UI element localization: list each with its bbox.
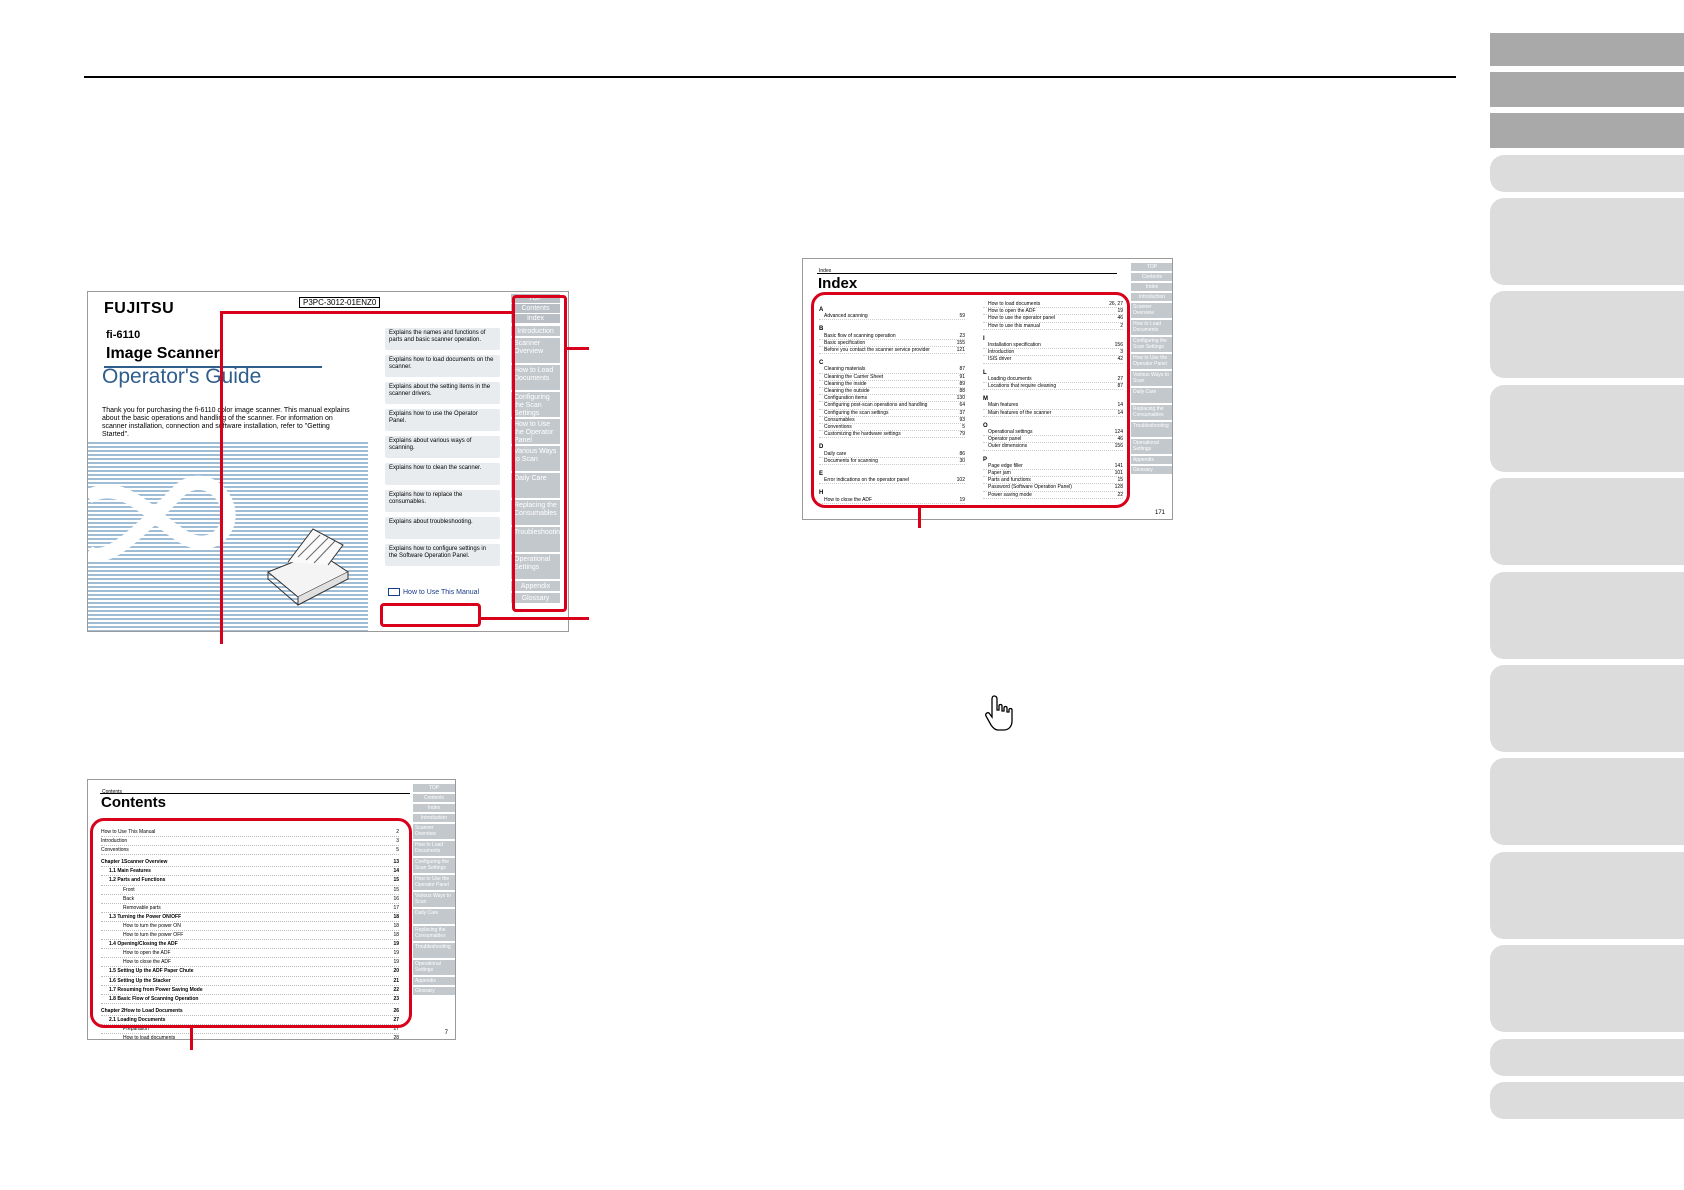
thumb-nav-item[interactable]: Configuring the Scan Settings: [413, 858, 455, 873]
thumb-nav-item[interactable]: Troubleshooting: [1131, 422, 1172, 437]
hand-cursor-icon: [985, 695, 1013, 731]
thumb-nav-item[interactable]: How to Load Documents: [1131, 320, 1172, 335]
callout-line-cover-top: [221, 311, 513, 314]
highlight-index-list: [811, 292, 1130, 508]
thumb-nav-item[interactable]: Contents: [413, 794, 455, 802]
model-name: fi-6110: [106, 329, 141, 341]
cover-logo-mark: [88, 475, 236, 562]
thumb-nav-item[interactable]: How to Load Documents: [413, 841, 455, 856]
nav-tab-chapter-7[interactable]: [1490, 758, 1684, 845]
side-navigation: [1490, 0, 1684, 1190]
nav-tab-glossary[interactable]: [1490, 1082, 1684, 1119]
highlight-howto-link: [380, 603, 481, 627]
thumb-nav-item[interactable]: Various Ways to Scan: [413, 892, 455, 907]
index-heading: Index: [818, 275, 858, 292]
cover-page-thumbnail: FUJITSU P3PC-3012-01ENZ0 fi-6110 Image S…: [87, 291, 569, 632]
thumb-nav-item[interactable]: Appendix: [413, 977, 455, 985]
cover-desc-3: Explains about the setting items in the …: [385, 382, 500, 404]
nav-tab-top[interactable]: [1490, 33, 1684, 66]
nav-tab-chapter-4[interactable]: [1490, 478, 1684, 565]
cover-desc-9: Explains how to configure settings in th…: [385, 544, 500, 566]
highlight-contents-toc: [90, 818, 412, 1028]
cover-desc-8: Explains about troubleshooting.: [385, 517, 500, 539]
cover-desc-1: Explains the names and functions of part…: [385, 328, 500, 350]
nav-tab-chapter-6[interactable]: [1490, 665, 1684, 752]
highlight-cover-menu: [512, 295, 567, 612]
nav-tab-chapter-5[interactable]: [1490, 572, 1684, 659]
cover-desc-5: Explains about various ways of scanning.: [385, 436, 500, 458]
thumb-nav-item[interactable]: Configuring the Scan Settings: [1131, 337, 1172, 352]
thumb-nav-item[interactable]: Scanner Overview: [1131, 303, 1172, 318]
thumb-nav-item[interactable]: Appendix: [1131, 456, 1172, 464]
thumb-nav-item[interactable]: TOP: [413, 784, 455, 792]
nav-tab-index[interactable]: [1490, 113, 1684, 148]
thumb-nav-item[interactable]: How to Use the Operator Panel: [1131, 354, 1172, 369]
nav-tab-chapter-1[interactable]: [1490, 198, 1684, 285]
thumb-nav-item[interactable]: Introduction: [413, 814, 455, 822]
thumb-nav-item[interactable]: Glossary: [1131, 466, 1172, 474]
index-rule: [817, 273, 1117, 274]
nav-tab-chapter-8[interactable]: [1490, 852, 1684, 939]
nav-tab-appendix[interactable]: [1490, 1039, 1684, 1076]
cover-title: Image Scanner: [106, 345, 220, 362]
toc-entry-page: 28: [393, 1035, 399, 1040]
thumb-nav-item[interactable]: Introduction: [1131, 293, 1172, 301]
thumb-nav-item[interactable]: Glossary: [413, 987, 455, 995]
thumb-nav-item[interactable]: Operational Settings: [1131, 439, 1172, 454]
nav-tab-chapter-2[interactable]: [1490, 291, 1684, 378]
callout-line-cover-menu: [567, 347, 589, 350]
contents-page-number: 7: [444, 1030, 448, 1036]
thumb-nav-item[interactable]: Index: [413, 804, 455, 812]
contents-heading: Contents: [101, 794, 166, 811]
callout-line-cover-left: [220, 311, 223, 644]
cover-desc-6: Explains how to clean the scanner.: [385, 463, 500, 485]
thumb-nav-item[interactable]: Replacing the Consumables: [413, 926, 455, 941]
fujitsu-logo: FUJITSU: [104, 300, 175, 317]
how-to-use-label: How to Use This Manual: [403, 588, 480, 596]
cover-desc-2: Explains how to load documents on the sc…: [385, 355, 500, 377]
thumb-nav-item[interactable]: Daily Care: [413, 909, 455, 924]
thumb-nav-item[interactable]: How to Use the Operator Panel: [413, 875, 455, 890]
scanner-illustration: [267, 528, 349, 606]
thumb-nav-item[interactable]: Contents: [1131, 273, 1172, 281]
book-icon: [388, 588, 400, 596]
cover-subtitle: Operator's Guide: [102, 365, 262, 388]
callout-line-howto: [481, 617, 589, 620]
thumb-nav-item[interactable]: Index: [1131, 283, 1172, 291]
thumb-nav-item[interactable]: Troubleshooting: [413, 943, 455, 958]
thumb-nav-item[interactable]: Scanner Overview: [413, 824, 455, 839]
document-code: P3PC-3012-01ENZ0: [299, 297, 381, 308]
cover-intro-text: Thank you for purchasing the fi-6110 col…: [102, 407, 350, 438]
thumb-nav-item[interactable]: TOP: [1131, 263, 1172, 271]
thumb-nav-item[interactable]: Operational Settings: [413, 960, 455, 975]
nav-tab-contents[interactable]: [1490, 72, 1684, 107]
thumb-nav-item[interactable]: Replacing the Consumables: [1131, 405, 1172, 420]
toc-entry[interactable]: How to load documents 28: [101, 1034, 399, 1040]
nav-tab-chapter-9[interactable]: [1490, 945, 1684, 1032]
how-to-use-link[interactable]: How to Use This Manual: [388, 588, 479, 596]
thumb-nav-item[interactable]: Various Ways to Scan: [1131, 371, 1172, 386]
nav-tab-chapter-3[interactable]: [1490, 385, 1684, 472]
callout-line-index: [918, 508, 921, 528]
toc-entry-title: How to load documents: [123, 1035, 176, 1040]
header-rule: [84, 76, 1456, 78]
callout-line-contents: [190, 1028, 193, 1050]
nav-tab-introduction[interactable]: [1490, 155, 1684, 192]
contents-side-nav: TOP Contents Index Introduction Scanner Over…: [413, 784, 455, 997]
index-page-number: 171: [1154, 510, 1165, 516]
index-side-nav: TOP Contents Index Introduction Scanner Over…: [1131, 263, 1172, 476]
cover-desc-7: Explains how to replace the consumables.: [385, 490, 500, 512]
thumb-nav-item[interactable]: Daily Care: [1131, 388, 1172, 403]
cover-desc-4: Explains how to use the Operator Panel.: [385, 409, 500, 431]
